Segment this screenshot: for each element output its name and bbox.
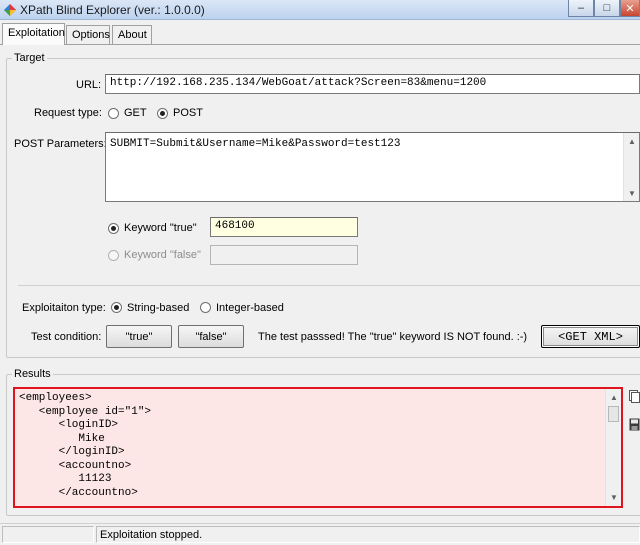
save-icon[interactable] <box>629 418 640 431</box>
test-true-button[interactable]: "true" <box>106 325 172 348</box>
window-title: XPath Blind Explorer (ver.: 1.0.0.0) <box>20 3 205 17</box>
tab-about[interactable]: About <box>112 25 152 44</box>
maximize-icon: □ <box>603 2 611 14</box>
post-params-input[interactable]: SUBMIT=Submit&Username=Mike&Password=tes… <box>105 132 640 202</box>
maximize-button[interactable]: □ <box>594 0 620 17</box>
post-params-value: SUBMIT=Submit&Username=Mike&Password=tes… <box>110 138 401 150</box>
results-line: <employees> <box>19 392 92 404</box>
minimize-button[interactable]: – <box>568 0 594 17</box>
test-false-button[interactable]: "false" <box>178 325 244 348</box>
exploitation-type-label: Exploitaiton type: <box>22 302 106 314</box>
scroll-up-icon[interactable]: ▲ <box>606 389 622 405</box>
results-line: </accountno> <box>19 486 138 499</box>
url-label: URL: <box>76 79 102 91</box>
results-scrollbar[interactable]: ▲ ▼ <box>605 389 621 506</box>
target-group-title: Target <box>12 52 47 64</box>
results-line: 11123 <box>19 473 112 485</box>
results-textarea[interactable]: <employees> <employee id="1"> <loginID> … <box>13 387 623 508</box>
results-line: <loginID> <box>19 419 119 431</box>
keyword-false-label: Keyword "false" <box>124 249 201 261</box>
keyword-false-input[interactable] <box>210 245 358 265</box>
status-text: Exploitation stopped. <box>100 529 203 541</box>
scroll-down-icon[interactable]: ▼ <box>606 489 622 505</box>
string-based-radio[interactable] <box>111 302 122 313</box>
tab-panel-border <box>0 44 640 45</box>
keyword-false-radio[interactable] <box>108 250 119 261</box>
request-type-post-radio[interactable] <box>157 108 168 119</box>
app-icon <box>4 4 16 16</box>
keyword-true-input[interactable]: 468100 <box>210 217 358 237</box>
close-button[interactable]: ✕ <box>620 0 640 17</box>
request-type-get-label: GET <box>124 107 147 119</box>
scroll-up-icon[interactable]: ▲ <box>624 133 640 149</box>
scroll-thumb[interactable] <box>608 406 619 422</box>
copy-icon[interactable] <box>629 390 640 403</box>
post-params-scrollbar[interactable]: ▲ ▼ <box>623 133 639 201</box>
status-cell-empty <box>2 526 94 543</box>
separator <box>18 285 640 286</box>
results-line: Mike <box>19 432 105 445</box>
tab-options[interactable]: Options <box>66 25 110 44</box>
tab-exploitation[interactable]: Exploitation <box>2 23 65 45</box>
keyword-true-radio[interactable] <box>108 223 119 234</box>
results-line: <accountno> <box>19 459 132 472</box>
results-group-title: Results <box>12 368 53 380</box>
integer-based-label: Integer-based <box>216 302 284 314</box>
string-based-label: String-based <box>127 302 190 314</box>
request-type-post-label: POST <box>173 107 203 119</box>
get-xml-button[interactable]: <GET XML> <box>541 325 640 348</box>
integer-based-radio[interactable] <box>200 302 211 313</box>
close-icon: ✕ <box>625 2 635 15</box>
results-line: <employee id="1"> <box>19 405 152 418</box>
minimize-icon: – <box>577 2 585 14</box>
scroll-down-icon[interactable]: ▼ <box>624 185 640 201</box>
request-type-get-radio[interactable] <box>108 108 119 119</box>
test-condition-label: Test condition: <box>31 331 102 343</box>
url-input[interactable]: http://192.168.235.134/WebGoat/attack?Sc… <box>105 74 640 94</box>
request-type-label: Request type: <box>34 107 102 119</box>
results-line: </loginID> <box>19 446 125 458</box>
keyword-true-label: Keyword "true" <box>124 222 197 234</box>
post-params-label: POST Parameters: <box>14 138 107 150</box>
test-result-text: The test passsed! The "true" keyword IS … <box>258 331 528 343</box>
